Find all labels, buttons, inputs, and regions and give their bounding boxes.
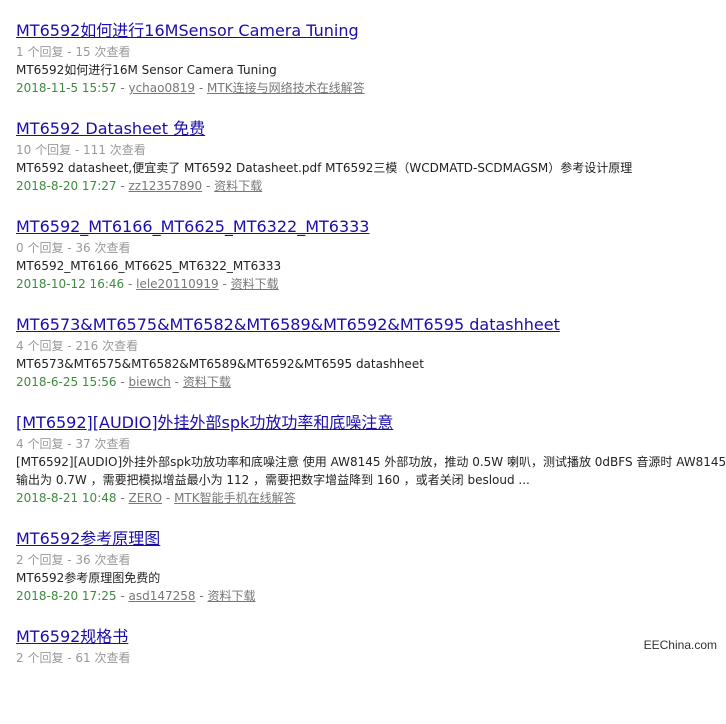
- result-snippet: MT6592 datasheet,便宜卖了 MT6592 Datasheet.p…: [16, 161, 633, 175]
- result-user-link[interactable]: lele20110919: [136, 277, 219, 291]
- result-date: 2018-8-21 10:48: [16, 491, 117, 505]
- result-meta: 2018-10-12 16:46 - lele20110919 - 资料下载: [16, 277, 279, 291]
- result-title-link[interactable]: MT6592_MT6166_MT6625_MT6322_MT6333: [16, 216, 726, 238]
- result-item: MT6592_MT6166_MT6625_MT6322_MT6333 0 个回复…: [16, 216, 726, 314]
- result-user-link[interactable]: zz12357890: [128, 179, 202, 193]
- result-user-link[interactable]: biewch: [128, 375, 170, 389]
- result-forum-link[interactable]: 资料下载: [214, 179, 262, 193]
- result-date: 2018-10-12 16:46: [16, 277, 125, 291]
- result-title-link[interactable]: MT6592如何进行16MSensor Camera Tuning: [16, 20, 726, 42]
- result-stats: 2 个回复 - 36 次查看: [16, 553, 131, 567]
- result-forum-link[interactable]: 资料下载: [231, 277, 279, 291]
- result-user-link[interactable]: ZERO: [128, 491, 162, 505]
- result-meta: 2018-8-20 17:27 - zz12357890 - 资料下载: [16, 179, 263, 193]
- result-forum-link[interactable]: 资料下载: [183, 375, 231, 389]
- result-snippet: MT6592参考原理图免费的: [16, 571, 161, 585]
- result-stats: 4 个回复 - 216 次查看: [16, 339, 139, 353]
- result-snippet: MT6592如何进行16M Sensor Camera Tuning: [16, 63, 277, 77]
- result-user-link[interactable]: ychao0819: [128, 81, 195, 95]
- result-item: MT6592参考原理图 2 个回复 - 36 次查看 MT6592参考原理图免费…: [16, 528, 726, 626]
- result-item: [MT6592][AUDIO]外挂外部spk功放功率和底噪注意 4 个回复 - …: [16, 412, 726, 528]
- result-date: 2018-11-5 15:57: [16, 81, 117, 95]
- result-stats: 2 个回复 - 61 次查看: [16, 651, 131, 665]
- result-snippet: MT6573&MT6575&MT6582&MT6589&MT6592&MT659…: [16, 357, 424, 371]
- result-forum-link[interactable]: MTK智能手机在线解答: [174, 491, 296, 505]
- result-date: 2018-6-25 15:56: [16, 375, 117, 389]
- result-snippet: MT6592_MT6166_MT6625_MT6322_MT6333: [16, 259, 282, 273]
- result-item: MT6573&MT6575&MT6582&MT6589&MT6592&MT659…: [16, 314, 726, 412]
- site-watermark: EEChina.com: [640, 637, 720, 653]
- result-date: 2018-8-20 17:27: [16, 179, 117, 193]
- result-date: 2018-8-20 17:25: [16, 589, 117, 603]
- result-title-link[interactable]: MT6592规格书: [16, 626, 726, 648]
- result-title-link[interactable]: [MT6592][AUDIO]外挂外部spk功放功率和底噪注意: [16, 412, 726, 434]
- result-item: MT6592如何进行16MSensor Camera Tuning 1 个回复 …: [16, 20, 726, 118]
- result-meta: 2018-8-20 17:25 - asd147258 - 资料下载: [16, 589, 256, 603]
- result-meta: 2018-8-21 10:48 - ZERO - MTK智能手机在线解答: [16, 491, 296, 505]
- result-snippet: [MT6592][AUDIO]外挂外部spk功放功率和底噪注意 使用 AW814…: [16, 455, 726, 487]
- result-item: MT6592 Datasheet 免费 10 个回复 - 111 次查看 MT6…: [16, 118, 726, 216]
- result-stats: 0 个回复 - 36 次查看: [16, 241, 131, 255]
- search-results-list: MT6592如何进行16MSensor Camera Tuning 1 个回复 …: [16, 20, 726, 724]
- result-stats: 4 个回复 - 37 次查看: [16, 437, 131, 451]
- result-title-link[interactable]: MT6573&MT6575&MT6582&MT6589&MT6592&MT659…: [16, 314, 726, 336]
- result-forum-link[interactable]: 资料下载: [208, 589, 256, 603]
- result-title-link[interactable]: MT6592 Datasheet 免费: [16, 118, 726, 140]
- result-item: MT6592规格书 2 个回复 - 61 次查看: [16, 626, 726, 724]
- result-user-link[interactable]: asd147258: [128, 589, 195, 603]
- result-stats: 1 个回复 - 15 次查看: [16, 45, 131, 59]
- result-stats: 10 个回复 - 111 次查看: [16, 143, 146, 157]
- result-meta: 2018-11-5 15:57 - ychao0819 - MTK连接与网络技术…: [16, 81, 365, 95]
- result-forum-link[interactable]: MTK连接与网络技术在线解答: [207, 81, 365, 95]
- result-title-link[interactable]: MT6592参考原理图: [16, 528, 726, 550]
- result-meta: 2018-6-25 15:56 - biewch - 资料下载: [16, 375, 231, 389]
